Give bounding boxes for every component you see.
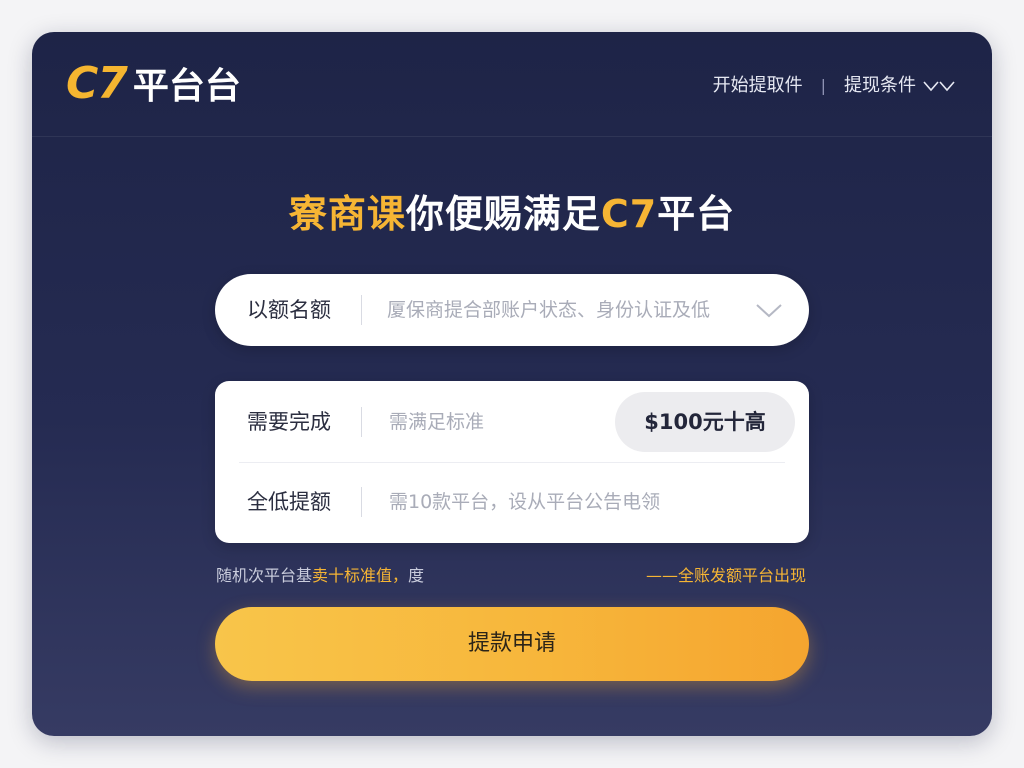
- logo-text: 平台台: [132, 66, 241, 107]
- divider: [361, 487, 362, 517]
- page-title: 寮商课你便赐满足C7平台: [32, 190, 992, 238]
- form-row-value-1[interactable]: 需满足标准: [389, 407, 484, 437]
- row-divider: [239, 462, 785, 463]
- nav-start-link[interactable]: 开始提取件: [713, 72, 803, 100]
- title-end: 平台: [657, 192, 736, 236]
- submit-withdraw-button[interactable]: 提款申请: [215, 607, 809, 681]
- notice-left-suffix: 度: [408, 566, 425, 585]
- logo-mark: C7: [66, 58, 128, 109]
- chevron-down-icon[interactable]: [922, 79, 956, 93]
- title-middle: 你便赐满足: [405, 192, 601, 236]
- notice-left-prefix: 随机次平台基: [216, 566, 313, 585]
- select-value: 厦保商提合部账户状态、身份认证及低: [387, 299, 711, 321]
- form-row-label-1: 需要完成: [247, 410, 331, 434]
- amount-chip[interactable]: $100元十高: [615, 392, 795, 452]
- account-select[interactable]: 以额名额 厦保商提合部账户状态、身份认证及低: [215, 274, 809, 346]
- divider: [361, 295, 362, 325]
- logo[interactable]: C7 平台台: [66, 60, 241, 111]
- notice-right-link[interactable]: ——全账发额平台出现: [646, 564, 806, 588]
- withdraw-form: 需要完成 需满足标准 $100元十高 全低提额 需10款平台，设从平台公告电领: [215, 381, 809, 543]
- form-row-value-2[interactable]: 需10款平台，设从平台公告电领: [389, 487, 660, 517]
- notice-left: 随机次平台基卖十标准值，度: [216, 564, 424, 588]
- nav-conditions-link[interactable]: 提现条件: [844, 72, 916, 100]
- header-bar: C7 平台台 开始提取件 | 提现条件: [32, 32, 992, 137]
- title-brand: C7: [600, 192, 658, 236]
- nav-separator: |: [820, 76, 826, 95]
- main-card: C7 平台台 开始提取件 | 提现条件 寮商课你便赐满足C7平台 以额名额 厦保…: [32, 32, 992, 736]
- select-label: 以额名额: [247, 298, 331, 322]
- form-row-label-2: 全低提额: [247, 490, 331, 514]
- chevron-down-icon[interactable]: [755, 300, 783, 320]
- notice-left-highlight: 卖十标准值，: [312, 566, 409, 585]
- divider: [361, 407, 362, 437]
- title-highlight: 寮商课: [288, 192, 406, 236]
- header-nav: 开始提取件 | 提现条件: [713, 72, 956, 100]
